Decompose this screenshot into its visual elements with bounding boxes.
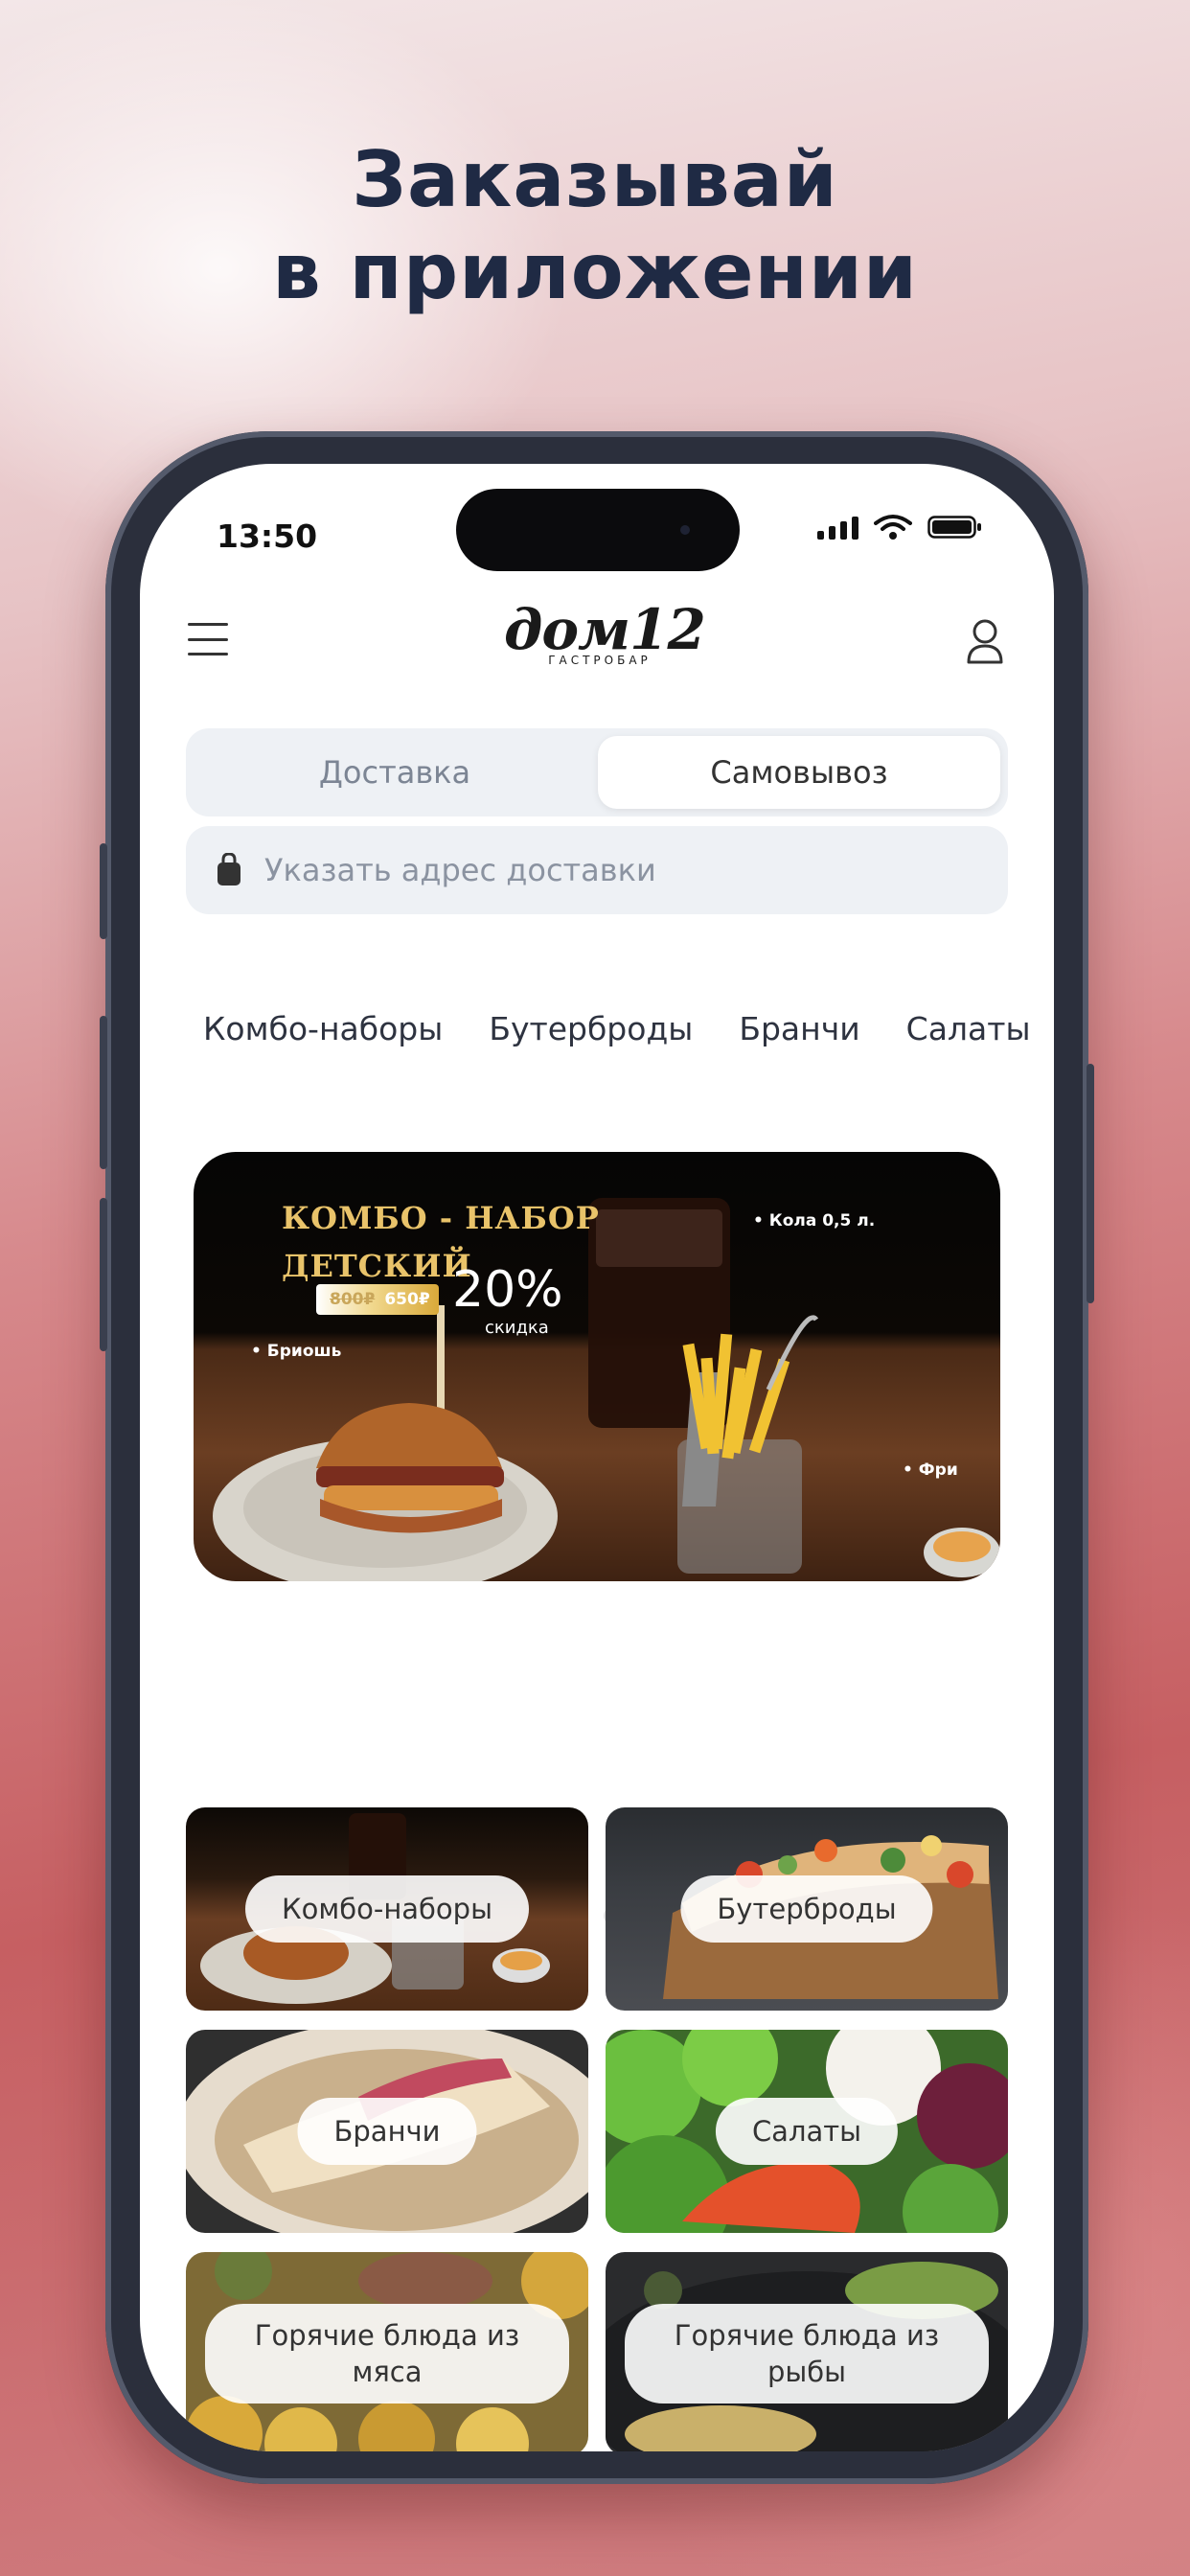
tile-label-hot-fish: Горячие блюда из рыбы	[625, 2304, 989, 2404]
category-tab-salads[interactable]: Салаты	[906, 1010, 1031, 1047]
menu-icon[interactable]	[188, 623, 228, 656]
banner-item-fries: • Фри	[903, 1460, 958, 1480]
pickup-tab[interactable]: Самовывоз	[598, 736, 1000, 809]
status-icons	[817, 514, 983, 540]
category-tile-brunch[interactable]: Бранчи	[186, 2030, 588, 2233]
headline-line-2: в приложении	[272, 227, 918, 316]
banner-item-fries-text: Фри	[918, 1460, 958, 1480]
battery-icon	[927, 516, 981, 539]
banner-title-line-1: КОМБО - НАБОР	[282, 1200, 600, 1236]
banner-old-price: 800₽	[330, 1290, 376, 1309]
category-tab-sandwiches[interactable]: Бутерброды	[489, 1010, 693, 1047]
delivery-mode-toggle: Доставка Самовывоз	[186, 728, 1008, 816]
camera-icon	[680, 525, 690, 535]
category-tabs: Комбо-наборы Бутерброды Бранчи Салаты	[203, 1010, 1031, 1047]
status-time: 13:50	[217, 518, 318, 555]
category-tile-hot-fish[interactable]: Горячие блюда из рыбы	[606, 2252, 1008, 2451]
banner-item-bun: • Бриошь	[251, 1342, 342, 1361]
phone-action-button	[100, 843, 107, 939]
banner-item-bun-text: Бриошь	[266, 1342, 342, 1361]
category-tile-salads[interactable]: Салаты	[606, 2030, 1008, 2233]
banner-new-price: 650₽	[384, 1290, 430, 1309]
category-tab-combo[interactable]: Комбо-наборы	[203, 1010, 443, 1047]
category-tab-brunch[interactable]: Бранчи	[739, 1010, 859, 1047]
profile-icon[interactable]	[964, 617, 1006, 665]
tile-label-salads: Салаты	[715, 2098, 899, 2165]
banner-price-tag: 800₽ 650₽	[316, 1284, 439, 1315]
tile-label-hot-meat: Горячие блюда из мяса	[205, 2304, 569, 2404]
promo-headline: Заказывай в приложении	[0, 134, 1190, 318]
phone-frame: 13:50 дом12 ГАСТРОБАР Доставка Самовывоз…	[100, 431, 1094, 2484]
phone-volume-up	[100, 1016, 107, 1169]
logo-wordmark: дом12	[504, 597, 706, 662]
phone-volume-down	[100, 1198, 107, 1351]
banner-item-drink-text: Кола 0,5 л.	[768, 1211, 876, 1230]
banner-item-drink: • Кола 0,5 л.	[753, 1211, 876, 1230]
address-placeholder: Указать адрес доставки	[264, 852, 656, 888]
banner-discount: 20% скидка	[452, 1265, 563, 1353]
cellular-signal-icon	[817, 515, 858, 540]
category-tile-sandwiches[interactable]: Бутерброды	[606, 1807, 1008, 2011]
bag-icon	[217, 853, 240, 886]
address-field[interactable]: Указать адрес доставки	[186, 826, 1008, 914]
headline-line-1: Заказывай	[352, 135, 838, 224]
brand-logo: дом12 ГАСТРОБАР	[504, 597, 706, 677]
tile-label-combo: Комбо-наборы	[245, 1875, 529, 1943]
category-tile-combo[interactable]: Комбо-наборы	[186, 1807, 588, 2011]
app-screen: 13:50 дом12 ГАСТРОБАР Доставка Самовывоз…	[140, 464, 1054, 2451]
category-tile-hot-meat[interactable]: Горячие блюда из мяса	[186, 2252, 588, 2451]
dynamic-island	[456, 489, 740, 571]
tile-label-sandwiches: Бутерброды	[680, 1875, 933, 1943]
delivery-tab[interactable]: Доставка	[194, 736, 596, 809]
promo-banner[interactable]: КОМБО - НАБОР ДЕТСКИЙ 800₽ 650₽ 20% скид…	[194, 1152, 1000, 1581]
tile-label-brunch: Бранчи	[297, 2098, 477, 2165]
phone-power-button	[1087, 1064, 1094, 1303]
wifi-icon	[874, 515, 912, 540]
